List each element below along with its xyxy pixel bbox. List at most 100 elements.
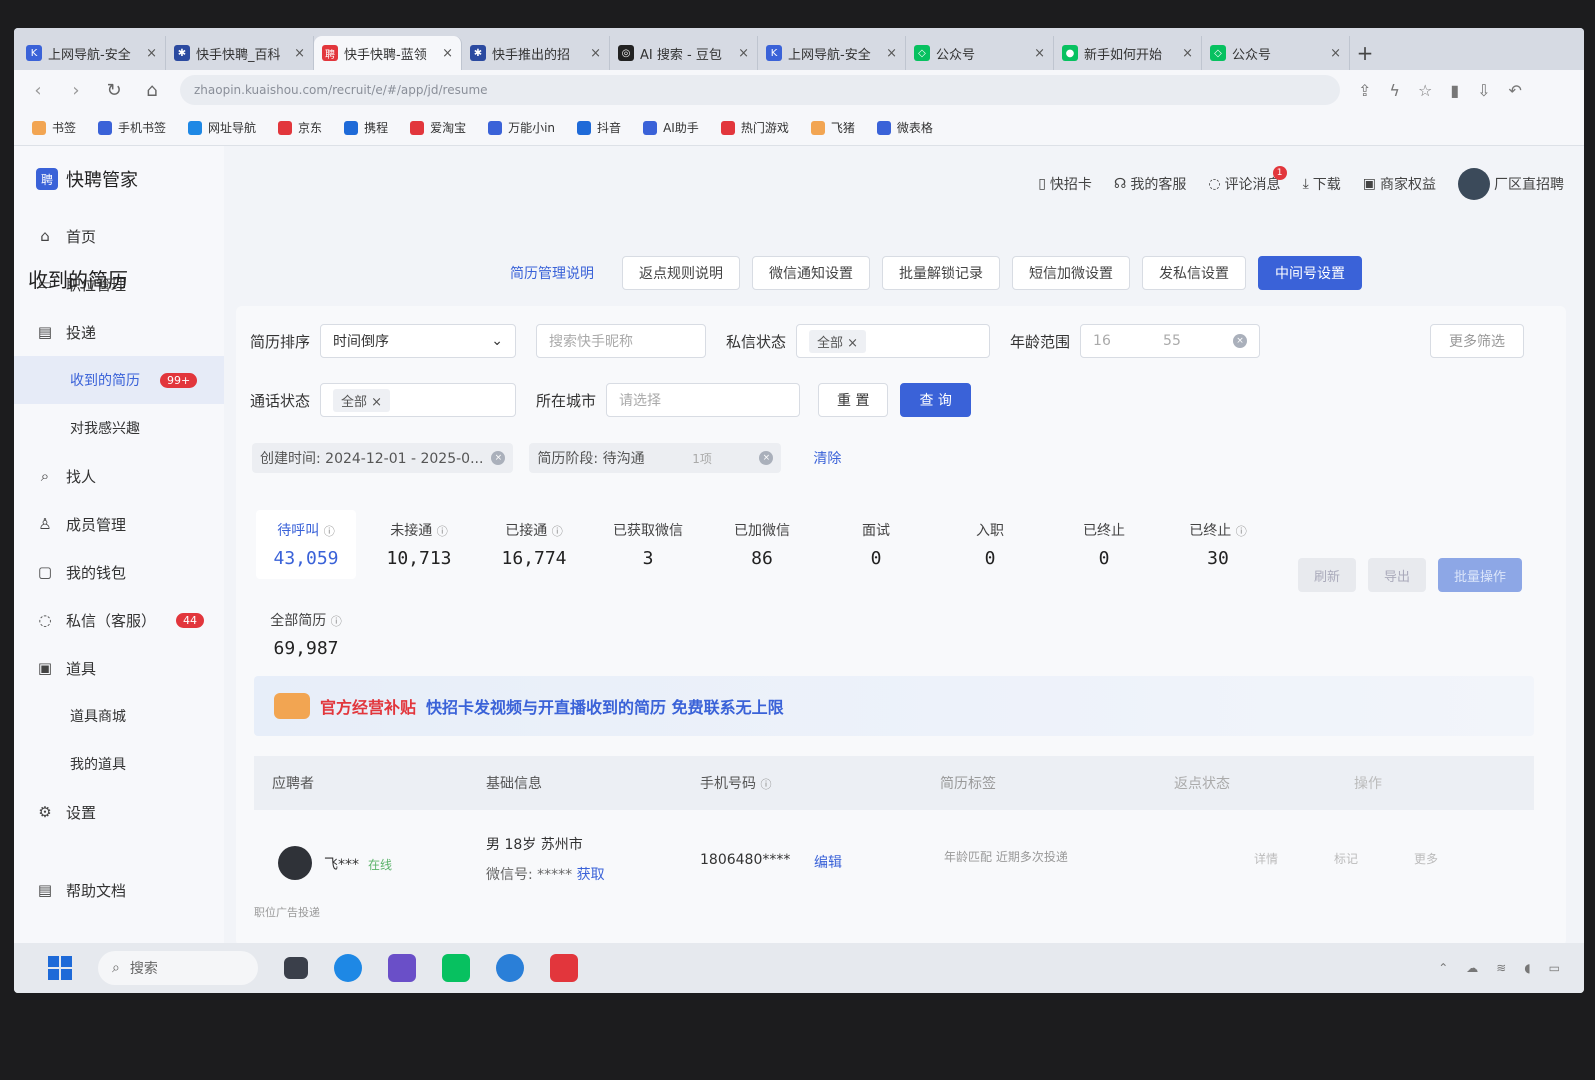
network-icon[interactable]: ☁ [1466,961,1478,975]
wechat-icon[interactable] [442,954,470,982]
table-row[interactable]: 飞*** 在线 男 18岁 苏州市 微信号: ***** 获取 1806480*… [254,810,1534,919]
bookmark-item[interactable]: 爱淘宝 [410,119,466,136]
close-icon[interactable]: × [1182,46,1193,61]
sidebar-item-props[interactable]: ▣ 道具 [14,644,224,692]
undo-icon[interactable]: ↶ [1509,81,1522,100]
clear-icon[interactable]: × [1233,334,1248,348]
sidebar-item-my-props[interactable]: 我的道具 [14,740,224,788]
stat-terminated[interactable]: 已终止 0 [1054,520,1154,569]
edit-link[interactable]: 编辑 [814,852,842,872]
bookmark-item[interactable]: 书签 [32,119,76,136]
batch-operate-button[interactable]: 批量操作 [1438,558,1523,592]
download-icon[interactable]: ⇩ [1477,81,1490,100]
sidebar-item-interested[interactable]: 对我感兴趣 [14,404,224,452]
windows-start-icon[interactable] [48,956,72,980]
clear-filters-link[interactable]: 清除 [813,448,841,468]
stat-got-wechat[interactable]: 已获取微信 3 [598,520,698,569]
quick-card-link[interactable]: ▯ 快招卡 [1038,174,1092,194]
applicant-name[interactable]: 飞*** [324,854,359,874]
middle-number-button[interactable]: 中间号设置 [1258,256,1362,290]
home-icon[interactable]: ⌂ [142,80,162,101]
sidebar-item-settings[interactable]: ⚙ 设置 [14,788,224,836]
taskbar-search[interactable]: ⌕ 搜索 [98,951,258,985]
browser-tab[interactable]: ◇ 公众号 × [1202,36,1350,70]
batch-unlock-button[interactable]: 批量解锁记录 [882,256,1000,290]
sidebar-item-prop-store[interactable]: 道具商城 [14,692,224,740]
sidebar-item-wallet[interactable]: ▢ 我的钱包 [14,548,224,596]
stat-all-resumes[interactable]: 全部简历 ⓘ 69,987 [256,610,356,659]
call-status-select[interactable]: 全部 × [320,383,517,417]
browser-tab-active[interactable]: 聘快手快聘-蓝领 × [314,36,462,70]
back-icon[interactable]: ‹ [28,80,48,101]
close-icon[interactable]: × [146,46,157,61]
customer-service-link[interactable]: ☊ 我的客服 [1114,174,1186,194]
chevron-up-icon[interactable]: ⌃ [1438,961,1448,975]
bookmark-item[interactable]: 网址导航 [188,119,256,136]
sidebar-item-find-people[interactable]: ⌕ 找人 [14,452,224,500]
bookmark-item[interactable]: 飞猪 [810,119,855,136]
share-icon[interactable]: ⇪ [1358,81,1371,100]
star-icon[interactable]: ☆ [1418,81,1432,100]
close-icon[interactable]: × [738,46,749,61]
close-icon[interactable]: × [491,451,506,465]
city-select[interactable]: 请选择 [606,383,801,417]
sidebar-item-received-resumes[interactable]: 收到的简历 99+ [14,356,224,404]
sms-wechat-button[interactable]: 短信加微设置 [1012,256,1130,290]
close-icon[interactable]: × [294,46,305,61]
mark-link[interactable]: 标记 [1334,850,1358,867]
forward-icon[interactable]: › [66,80,86,101]
get-wechat-link[interactable]: 获取 [577,867,605,883]
browser-tab[interactable]: K 上网导航-安全 × [758,36,906,70]
volume-icon[interactable]: ◖ [1524,961,1530,975]
comment-messages-link[interactable]: ◌ 评论消息 1 [1208,166,1287,194]
new-tab-button[interactable]: + [1350,36,1380,70]
msg-status-select[interactable]: 全部 × [796,324,991,358]
sidebar-item-help[interactable]: ▤ 帮助文档 [14,866,224,914]
browser-icon[interactable] [496,954,524,982]
sidebar-item-applications[interactable]: ▤ 投递 [14,308,224,356]
stat-terminated-2[interactable]: 已终止 ⓘ 30 [1168,520,1268,569]
download-link[interactable]: ⤓ 下载 [1303,174,1341,194]
rebate-rules-button[interactable]: 返点规则说明 [622,256,740,290]
user-menu[interactable]: 厂区直招聘 [1458,168,1564,200]
edge-browser-icon[interactable] [334,954,362,982]
bookmark-item[interactable]: AI助手 [643,119,699,136]
file-explorer-icon[interactable] [284,957,308,979]
extension-icon[interactable]: ▮ [1450,81,1459,100]
more-filters-button[interactable]: 更多筛选 [1430,324,1525,358]
browser-tab[interactable]: ◎ AI 搜索 - 豆包 × [610,36,758,70]
address-bar[interactable]: zhaopin.kuaishou.com/recruit/e/#/app/jd/… [180,75,1340,105]
reload-icon[interactable]: ↻ [104,80,124,101]
sidebar-item-home[interactable]: ⌂ 首页 [14,212,224,260]
stat-connected[interactable]: 已接通 ⓘ 16,774 [484,520,584,569]
sidebar-item-messages[interactable]: ◌ 私信（客服） 44 [14,596,224,644]
close-icon[interactable]: × [759,451,774,465]
reset-button[interactable]: 重 置 [818,383,889,417]
battery-icon[interactable]: ▭ [1549,961,1560,975]
browser-tab[interactable]: ✱ 快手推出的招 × [462,36,610,70]
browser-tab[interactable]: ✱ 快手快聘_百科 × [166,36,314,70]
app-logo[interactable]: 聘快聘管家 [14,146,224,212]
bookmark-item[interactable]: 抖音 [577,119,621,136]
stat-interview[interactable]: 面试 0 [826,520,926,569]
promo-banner[interactable]: 官方经营补贴 快招卡发视频与开直播收到的简历 免费联系无上限 [254,676,1534,736]
merchant-rights-link[interactable]: ▣ 商家权益 [1363,174,1436,194]
browser-tab[interactable]: K 上网导航-安全 × [18,36,166,70]
created-time-chip[interactable]: 创建时间: 2024-12-01 - 2025-0... × [252,443,514,473]
search-input[interactable]: 搜索快手昵称 [536,324,707,358]
bookmark-item[interactable]: 京东 [278,119,322,136]
bookmark-item[interactable]: 万能小in [488,119,555,136]
stat-hired[interactable]: 入职 0 [940,520,1040,569]
wifi-icon[interactable]: ≋ [1496,961,1506,975]
bookmark-item[interactable]: 手机书签 [98,119,166,136]
query-button[interactable]: 查 询 [900,383,971,417]
refresh-button[interactable]: 刷新 [1298,558,1357,592]
stat-pending-call[interactable]: 待呼叫 ⓘ 43,059 [256,510,356,579]
close-icon[interactable]: × [590,46,601,61]
sort-select[interactable]: 时间倒序 ⌄ [320,324,517,358]
dm-settings-button[interactable]: 发私信设置 [1142,256,1246,290]
close-icon[interactable]: × [442,46,453,61]
detail-link[interactable]: 详情 [1254,850,1278,867]
export-button[interactable]: 导出 [1368,558,1427,592]
stat-not-connected[interactable]: 未接通 ⓘ 10,713 [369,520,469,569]
